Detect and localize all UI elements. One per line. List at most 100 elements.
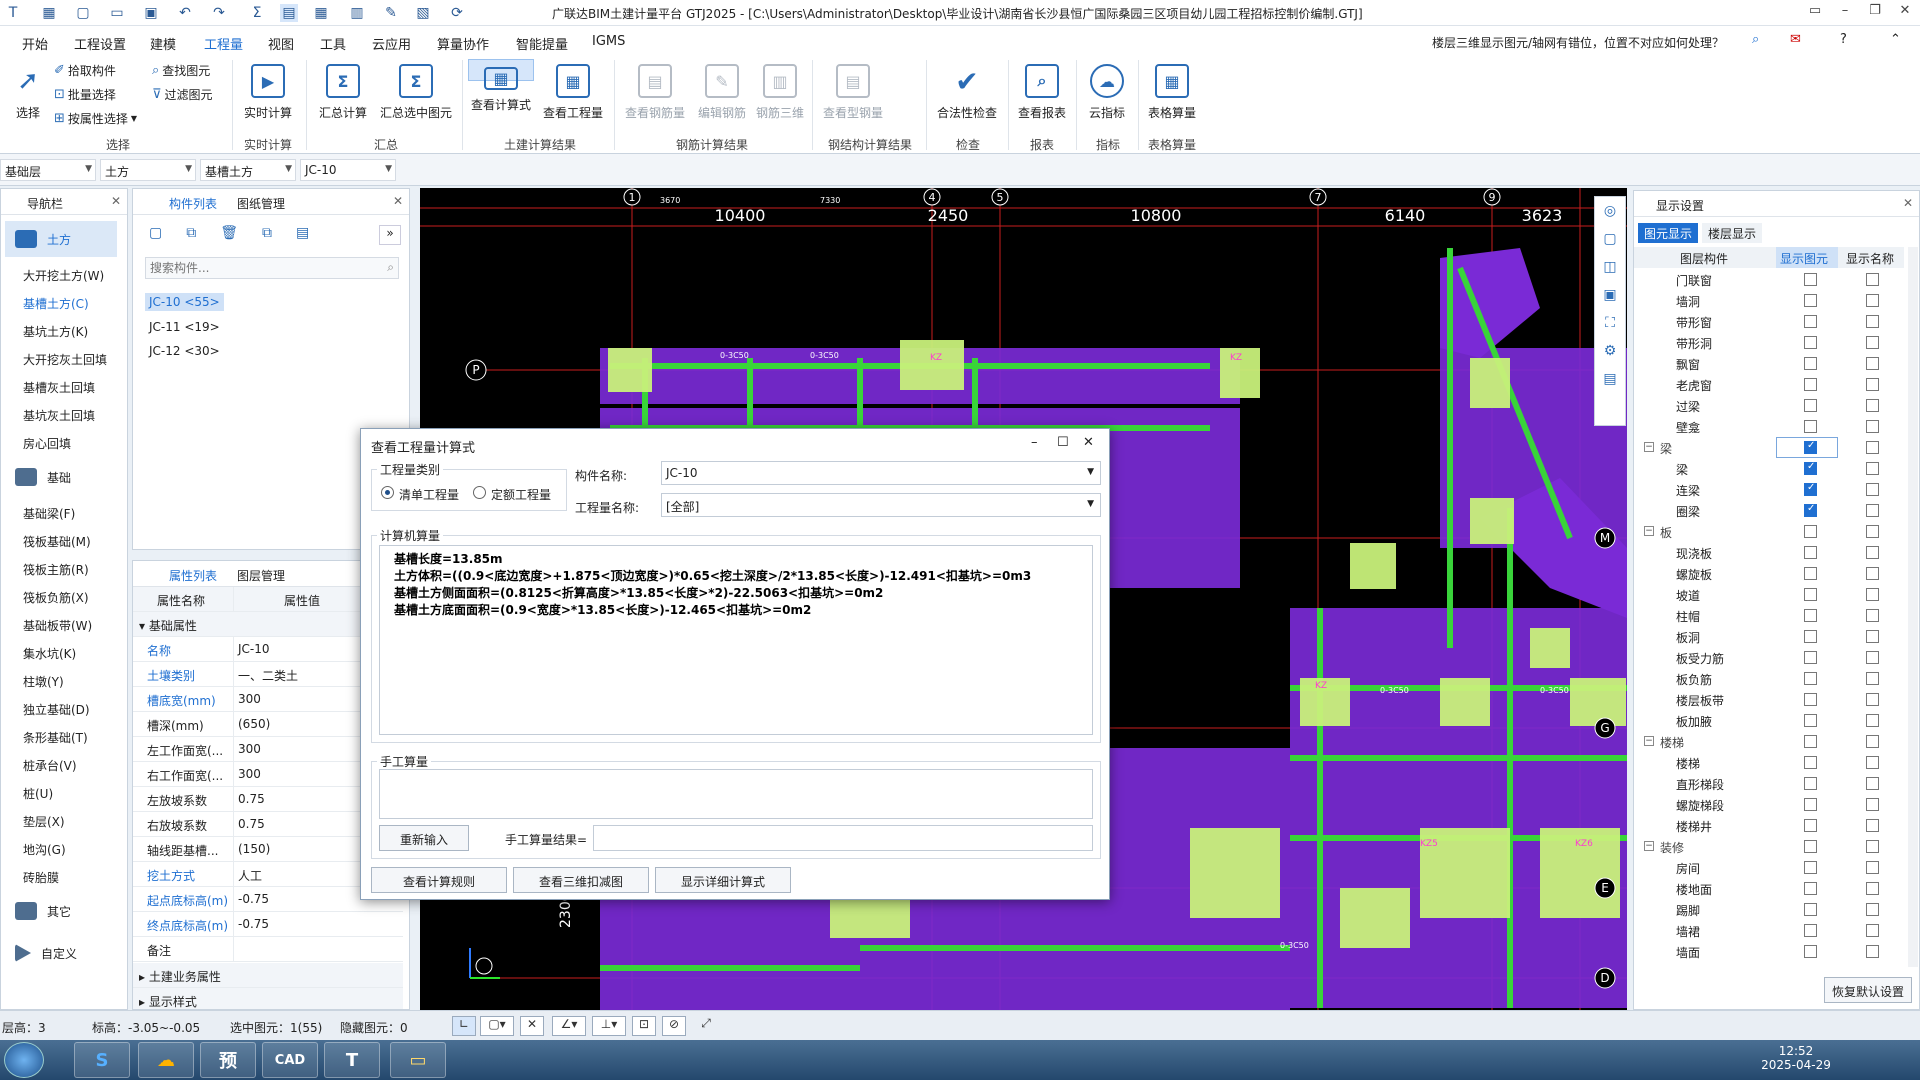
show-element-checkbox[interactable] (1804, 420, 1817, 433)
nav-item[interactable]: 柱墩(Y) (23, 673, 64, 690)
edit-icon[interactable]: ✎ (382, 4, 400, 22)
duplicate-icon[interactable]: ⧉ (262, 225, 272, 247)
nav-item[interactable]: 筏板基础(M) (23, 533, 91, 550)
show-element-checkbox[interactable] (1804, 903, 1817, 916)
nav-category-custom[interactable]: 自定义 (5, 935, 117, 971)
show-element-checkbox[interactable] (1804, 525, 1817, 538)
show-element-checkbox[interactable] (1804, 840, 1817, 853)
show-name-checkbox[interactable] (1866, 378, 1879, 391)
nav-item[interactable]: 大开挖土方(W) (23, 267, 104, 284)
comment-icon[interactable]: ▤ (1603, 371, 1616, 387)
floor-select[interactable]: 基础层 ▼ (0, 159, 96, 181)
table-calc-button[interactable]: ▦ 表格算量 (1144, 60, 1200, 136)
show-name-checkbox[interactable] (1866, 483, 1879, 496)
maximize-icon[interactable]: ☐ (1057, 435, 1069, 450)
show-element-checkbox[interactable] (1804, 609, 1817, 622)
show-name-checkbox[interactable] (1866, 693, 1879, 706)
collapse-icon[interactable]: − (1644, 442, 1654, 452)
scrollbar[interactable] (1908, 247, 1918, 967)
show-element-checkbox[interactable] (1804, 294, 1817, 307)
view-quantity-button[interactable]: ▦ 查看工程量 (540, 60, 606, 136)
redo-icon[interactable]: ↷ (210, 4, 228, 22)
collapse-icon[interactable]: − (1644, 736, 1654, 746)
nav-item[interactable]: 垫层(X) (23, 813, 65, 830)
more-icon[interactable]: » (379, 225, 401, 245)
orbit-icon[interactable]: ◎ (1604, 203, 1616, 219)
show-name-checkbox[interactable] (1866, 420, 1879, 433)
new-file-icon[interactable]: ▢ (74, 4, 92, 22)
show-name-checkbox[interactable] (1866, 399, 1879, 412)
minimize-button[interactable]: – (1830, 3, 1860, 23)
measure-icon[interactable]: ⊘ (662, 1016, 686, 1036)
menu-project-settings[interactable]: 工程设置 (74, 34, 126, 53)
table-icon[interactable]: ▥ (348, 4, 366, 22)
show-element-checkbox[interactable] (1804, 861, 1817, 874)
snap-icon[interactable]: ▢▾ (480, 1016, 514, 1036)
show-element-checkbox[interactable] (1804, 399, 1817, 412)
show-name-checkbox[interactable] (1866, 924, 1879, 937)
ribbon-toggle-icon[interactable]: ▭ (1800, 3, 1830, 23)
show-name-checkbox[interactable] (1866, 672, 1879, 685)
cloud-index-button[interactable]: ☁ 云指标 (1082, 60, 1132, 136)
show-name-checkbox[interactable] (1866, 903, 1879, 916)
show-element-checkbox[interactable] (1804, 461, 1817, 475)
nav-item[interactable]: 基础板带(W) (23, 617, 92, 634)
collapse-icon[interactable]: − (1644, 526, 1654, 536)
tab-layer-management[interactable]: 图层管理 (237, 567, 285, 584)
clock[interactable]: 12:52 2025-04-29 (1746, 1044, 1846, 1072)
summary-selected-button[interactable]: Σ 汇总选中图元 (376, 60, 456, 136)
taskbar-app-s-icon[interactable]: S (74, 1042, 130, 1078)
find-element-button[interactable]: ⌕ 查找图元 (152, 62, 210, 79)
angle-icon[interactable]: ∠▾ (552, 1016, 586, 1036)
formula-textarea[interactable]: 基槽长度=13.85m 土方体积=((0.9<底边宽度>+1.875<顶边宽度>… (379, 545, 1093, 735)
nav-item-selected[interactable]: 基槽土方(C) (23, 295, 89, 312)
edit-rebar-button[interactable]: ✎ 编辑钢筋 (694, 60, 750, 136)
show-name-checkbox[interactable] (1866, 756, 1879, 769)
settings-icon[interactable]: ⚙ (1604, 343, 1617, 359)
restore-button[interactable]: ❐ (1860, 3, 1890, 23)
close-icon[interactable]: ✕ (111, 194, 121, 208)
nav-item[interactable]: 基坑灰土回填 (23, 407, 95, 424)
show-element-checkbox[interactable] (1804, 482, 1817, 496)
start-button[interactable] (4, 1042, 44, 1078)
menu-smart[interactable]: 智能提量 (516, 34, 568, 53)
new-project-icon[interactable]: ▦ (40, 4, 58, 22)
view-steel-button[interactable]: ▤ 查看型钢量 (820, 60, 886, 136)
nav-item[interactable]: 基坑土方(K) (23, 323, 88, 340)
taskbar-app-folder-icon[interactable]: ▭ (390, 1042, 446, 1078)
layer-icon[interactable]: ⊡ (632, 1016, 656, 1036)
select-button[interactable]: ➚ 选择 (8, 60, 48, 136)
taskbar-app-gtj-icon[interactable]: T (324, 1042, 380, 1078)
show-name-checkbox[interactable] (1866, 945, 1879, 958)
property-value[interactable]: -0.75 (233, 912, 403, 937)
nav-item[interactable]: 桩(U) (23, 785, 53, 802)
tab-element-display[interactable]: 图元显示 (1638, 223, 1699, 243)
property-row[interactable]: 备注 (133, 937, 403, 962)
taskbar-app-cloud-icon[interactable]: ☁ (138, 1042, 194, 1078)
list-item[interactable]: JC-11 <19> (149, 320, 220, 334)
attr-select-button[interactable]: ⊞ 按属性选择 ▼ (54, 110, 137, 127)
nav-item[interactable]: 房心回填 (23, 435, 71, 452)
nav-item[interactable]: 集水坑(K) (23, 645, 76, 662)
collapse-icon[interactable]: − (1644, 841, 1654, 851)
show-element-checkbox[interactable] (1804, 945, 1817, 958)
list-item-selected[interactable]: JC-10 <55> (145, 293, 224, 311)
show-element-checkbox[interactable] (1804, 567, 1817, 580)
undo-icon[interactable]: ↶ (176, 4, 194, 22)
show-element-checkbox[interactable] (1804, 693, 1817, 706)
show-element-checkbox[interactable] (1804, 672, 1817, 685)
help-icon[interactable]: ? (1840, 32, 1847, 47)
show-name-checkbox[interactable] (1866, 441, 1879, 454)
nav-item[interactable]: 基础梁(F) (23, 505, 75, 522)
reset-default-button[interactable]: 恢复默认设置 (1824, 977, 1912, 1003)
qty-name-select[interactable]: [全部] ▼ (661, 493, 1101, 517)
nav-item[interactable]: 砖胎膜 (23, 869, 59, 886)
show-element-checkbox[interactable] (1804, 357, 1817, 370)
show-name-checkbox[interactable] (1866, 777, 1879, 790)
show-name-checkbox[interactable] (1866, 462, 1879, 475)
filter-element-button[interactable]: ⊽ 过滤图元 (152, 86, 213, 103)
expand-icon[interactable]: ⤢ (694, 1016, 718, 1036)
view-rules-button[interactable]: 查看计算规则 (371, 867, 507, 893)
show-name-checkbox[interactable] (1866, 273, 1879, 286)
search-input[interactable]: ⌕ (145, 257, 399, 279)
